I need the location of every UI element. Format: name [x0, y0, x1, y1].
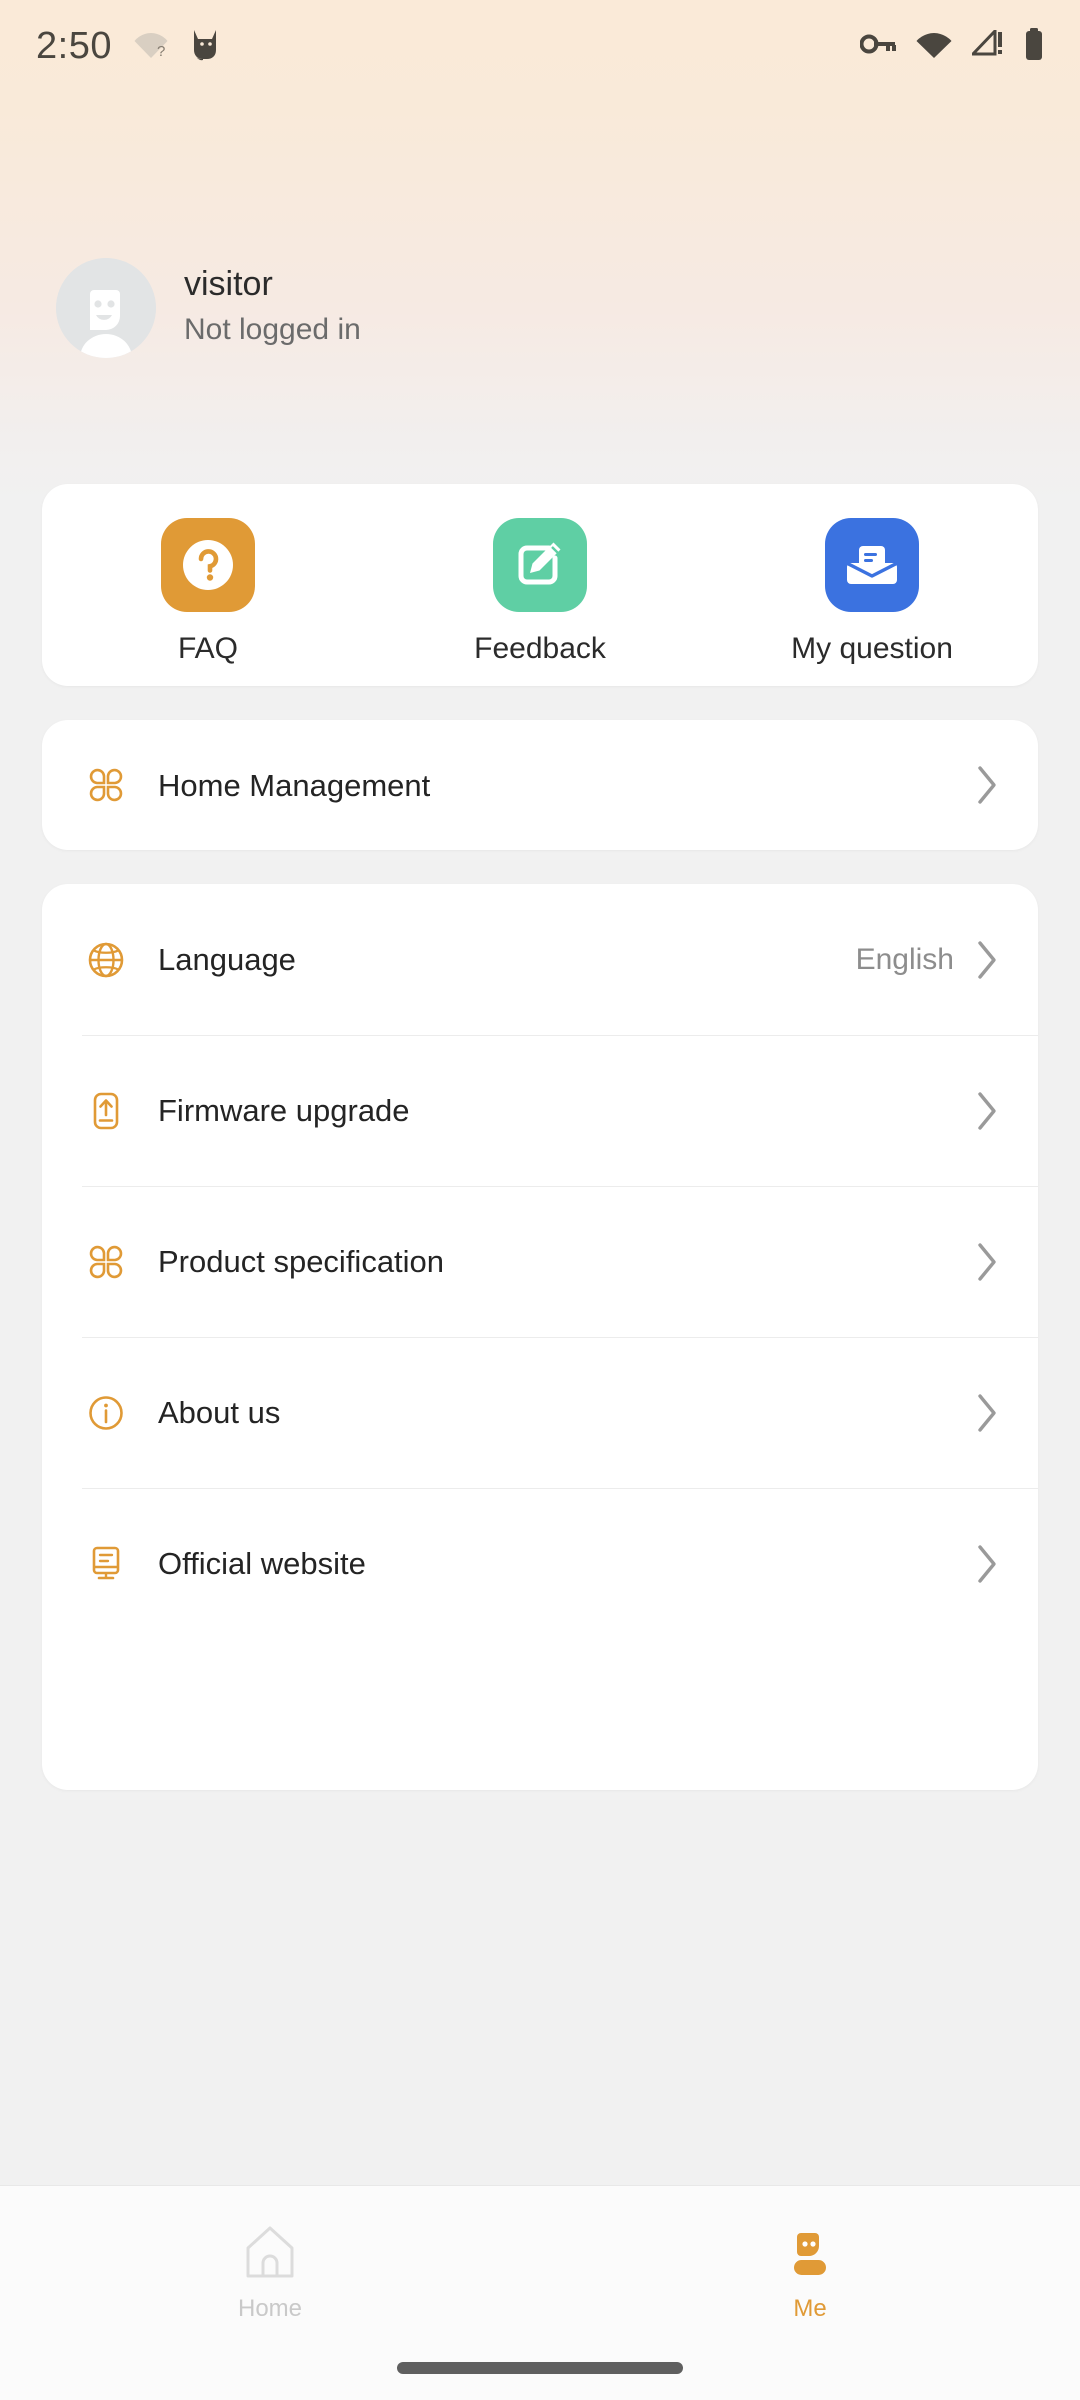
vpn-key-icon [859, 32, 896, 61]
status-bar: 2:50 ? [0, 0, 1080, 92]
chevron-right-icon [976, 1543, 1000, 1585]
list-item-product-specification[interactable]: Product specification [42, 1186, 1038, 1337]
globe-icon [82, 936, 130, 984]
list-item-language[interactable]: Language English [42, 884, 1038, 1035]
device-upgrade-icon [82, 1087, 130, 1135]
list-item-firmware-upgrade[interactable]: Firmware upgrade [42, 1035, 1038, 1186]
cat-app-icon [190, 26, 220, 67]
edit-pencil-icon [493, 518, 587, 612]
settings-card: Language English Firmware upgrade Produc… [42, 884, 1038, 1790]
person-icon [780, 2223, 840, 2281]
status-bar-left: 2:50 ? [36, 25, 220, 68]
list-item-label: Official website [158, 1546, 366, 1581]
bottom-nav-item-home[interactable]: Home [0, 2186, 540, 2346]
list-item-official-website[interactable]: Official website [42, 1488, 1038, 1639]
home-management-card: Home Management [42, 720, 1038, 850]
chevron-right-icon [976, 1392, 1000, 1434]
profile-name: visitor [184, 265, 273, 303]
chevron-right-icon [976, 1241, 1000, 1283]
quick-actions-row: FAQ Feedback My question [42, 484, 1038, 686]
mail-envelope-icon [825, 518, 919, 612]
profile-text: visitor Not logged in [184, 267, 361, 349]
wifi-question-icon: ? [134, 29, 168, 64]
monitor-icon [82, 1540, 130, 1588]
bottom-navigation-bar: Home Me [0, 2185, 1080, 2400]
quick-action-label: FAQ [177, 632, 238, 665]
status-bar-clock: 2:50 [36, 24, 112, 67]
bottom-nav-label: Me [793, 2295, 827, 2322]
bottom-nav-items: Home Me [0, 2186, 1080, 2346]
quick-action-my-question[interactable]: My question [706, 518, 1038, 664]
list-item-label: Home Management [158, 767, 431, 803]
quick-action-feedback[interactable]: Feedback [374, 518, 706, 664]
list-item-label: Language [158, 942, 296, 977]
bottom-nav-item-me[interactable]: Me [540, 2186, 1080, 2346]
list-item-home-management[interactable]: Home Management [42, 720, 1038, 850]
question-mark-icon [161, 518, 255, 612]
quick-action-label: Feedback [474, 632, 606, 665]
list-item-label: Firmware upgrade [158, 1093, 410, 1128]
gesture-home-indicator[interactable] [397, 2362, 683, 2374]
quick-action-label: My question [791, 632, 953, 665]
clover-grid-icon [82, 761, 130, 809]
chevron-right-icon [976, 764, 1000, 806]
quick-action-faq[interactable]: FAQ [42, 518, 374, 664]
list-item-about-us[interactable]: About us [42, 1337, 1038, 1488]
person-smiley-avatar-icon [56, 258, 156, 358]
list-item-label: About us [158, 1395, 281, 1430]
chevron-right-icon [976, 1090, 1000, 1132]
home-icon [240, 2223, 300, 2281]
clover-grid-icon [82, 1238, 130, 1286]
chevron-right-icon [976, 939, 1000, 981]
cellular-alert-icon [969, 26, 1004, 63]
bottom-nav-label: Home [237, 2295, 303, 2322]
list-item-value: English [855, 942, 954, 976]
wifi-icon [916, 30, 952, 63]
status-bar-right [859, 26, 1044, 65]
list-item-label: Product specification [158, 1244, 445, 1279]
info-circle-icon [82, 1389, 130, 1437]
profile-header[interactable]: visitor Not logged in [56, 258, 361, 358]
avatar[interactable] [56, 258, 156, 358]
svg-text:?: ? [157, 43, 165, 59]
profile-login-status: Not logged in [184, 313, 361, 346]
quick-actions-card: FAQ Feedback My question [42, 484, 1038, 686]
battery-icon [1024, 27, 1044, 65]
